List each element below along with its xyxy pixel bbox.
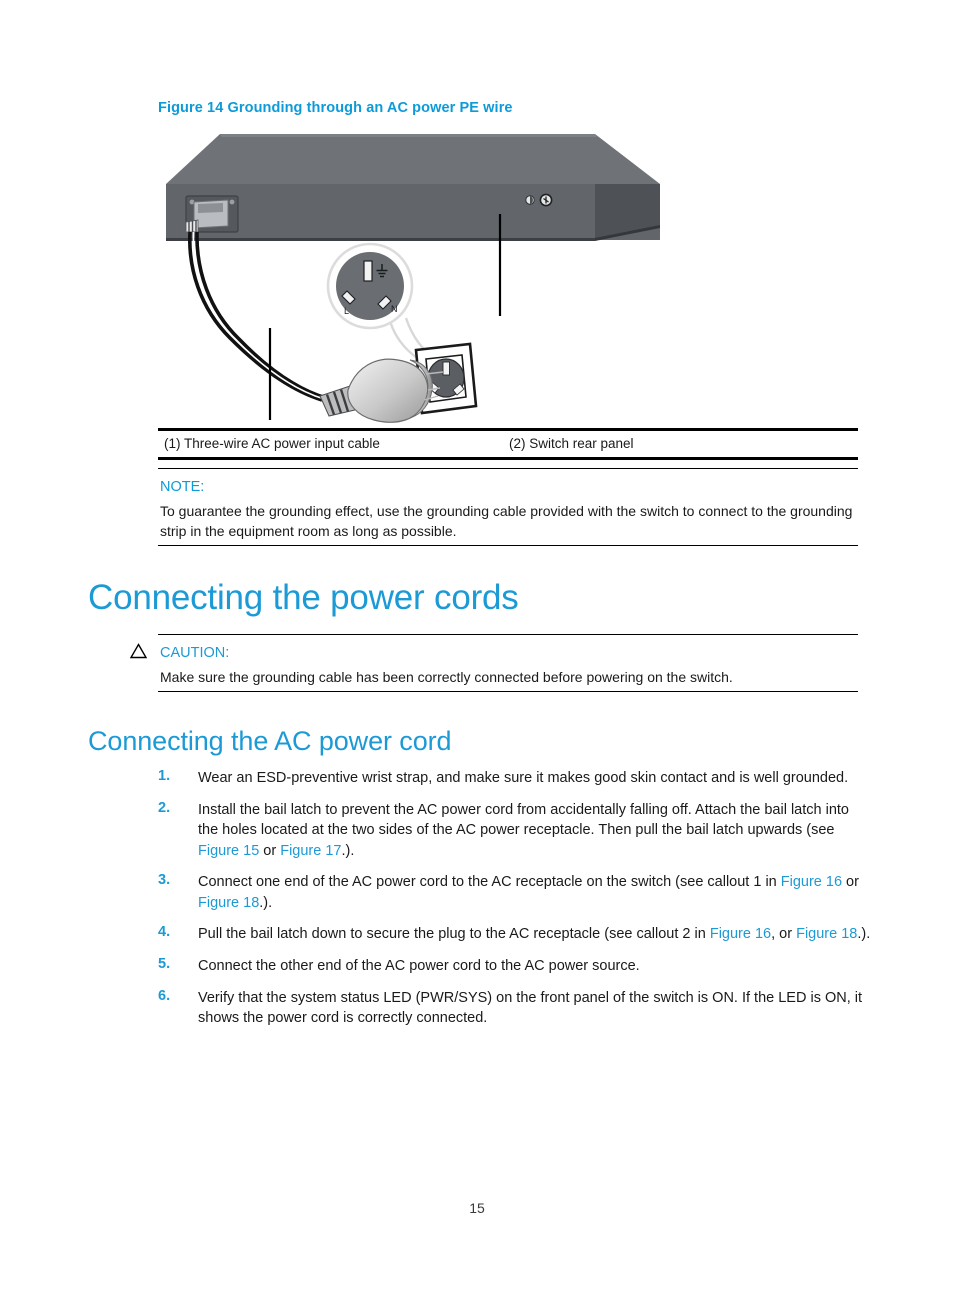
page-number: 15 [469, 1200, 485, 1216]
procedure-step: 1. Wear an ESD-preventive wrist strap, an… [158, 768, 872, 789]
step-text-run: , or [771, 926, 797, 943]
section-heading-2: Connecting the AC power cord [88, 726, 452, 756]
three-wire-power-cable-graphic [188, 231, 327, 402]
step-text: Pull the bail latch down to secure the p… [198, 924, 872, 945]
cross-reference-link[interactable]: Figure 16 [781, 874, 842, 890]
step-number: 3. [158, 872, 171, 889]
procedure-step: 6. Verify that the system status LED (PWR… [158, 988, 872, 1029]
cross-reference-link[interactable]: Figure 17 [280, 843, 341, 859]
callout-rule-bottom [158, 457, 858, 460]
document-page: Figure 14 Grounding through an AC power … [0, 0, 954, 1296]
step-text: Connect the other end of the AC power co… [198, 956, 872, 977]
step-number: 5. [158, 956, 171, 973]
caution-box: CAUTION: Make sure the grounding cable h… [129, 634, 858, 693]
socket-neutral-label: N [391, 304, 398, 314]
figure-title: Figure 14 Grounding through an AC power … [158, 100, 513, 116]
note-box: NOTE: To guarantee the grounding effect,… [158, 468, 858, 546]
step-text: Wear an ESD-preventive wrist strap, and … [198, 768, 872, 789]
step-text-run: Pull the bail latch down to secure the p… [198, 926, 710, 943]
step-text-run: .). [341, 842, 355, 859]
cross-reference-link[interactable]: Figure 18 [796, 926, 857, 942]
note-body: To guarantee the grounding effect, use t… [160, 503, 853, 540]
step-text-run: Install the bail latch to prevent the AC… [198, 801, 849, 839]
figure-callout-table: (1) Three-wire AC power input cable (2) … [158, 428, 858, 460]
callout-item-1: (1) Three-wire AC power input cable [164, 436, 380, 451]
note-label: NOTE: [160, 479, 205, 496]
procedure-step: 2. Install the bail latch to prevent the … [158, 800, 872, 862]
step-number: 6. [158, 987, 171, 1004]
switch-chassis-graphic [166, 134, 660, 241]
step-text: Verify that the system status LED (PWR/S… [198, 988, 872, 1029]
step-text: Install the bail latch to prevent the AC… [198, 800, 872, 862]
caution-header: CAUTION: [129, 635, 858, 667]
socket-magnifier-graphic: L N [326, 242, 437, 363]
callout-item-2: (2) Switch rear panel [509, 436, 634, 451]
step-text-run: Verify that the system status LED (PWR/S… [198, 989, 863, 1027]
step-number: 1. [158, 768, 171, 784]
step-number: 2. [158, 799, 171, 816]
caution-rule-bottom [158, 691, 858, 693]
cross-reference-link[interactable]: Figure 15 [198, 843, 259, 859]
step-text-run: .). [259, 894, 273, 911]
callout-row: (1) Three-wire AC power input cable (2) … [158, 431, 858, 457]
step-text-run: or [842, 874, 859, 891]
cross-reference-link[interactable]: Figure 18 [198, 895, 259, 911]
procedure-step: 5. Connect the other end of the AC power … [158, 956, 872, 977]
ac-receptacle-graphic [185, 195, 239, 233]
step-text-run: Connect one end of the AC power cord to … [198, 874, 781, 891]
step-text-run: Wear an ESD-preventive wrist strap, and … [198, 770, 849, 786]
socket-live-label: L [344, 306, 349, 316]
cross-reference-link[interactable]: Figure 16 [710, 926, 771, 942]
step-text-run: or [259, 842, 281, 859]
caution-body: Make sure the grounding cable has been c… [160, 669, 733, 686]
warning-triangle-icon [129, 643, 148, 659]
step-number: 4. [158, 924, 171, 941]
procedure-step: 3. Connect one end of the AC power cord t… [158, 872, 872, 913]
section-heading-1: Connecting the power cords [88, 578, 519, 617]
step-text: Connect one end of the AC power cord to … [198, 872, 872, 913]
note-rule-bottom [158, 544, 858, 546]
figure-illustration: L N [160, 128, 670, 428]
step-text-run: Connect the other end of the AC power co… [198, 958, 640, 975]
caution-label: CAUTION: [160, 645, 230, 662]
step-text-run: .). [857, 926, 871, 943]
procedure-step: 4. Pull the bail latch down to secure the… [158, 924, 872, 945]
procedure-step-list: 1. Wear an ESD-preventive wrist strap, an… [158, 768, 872, 1040]
